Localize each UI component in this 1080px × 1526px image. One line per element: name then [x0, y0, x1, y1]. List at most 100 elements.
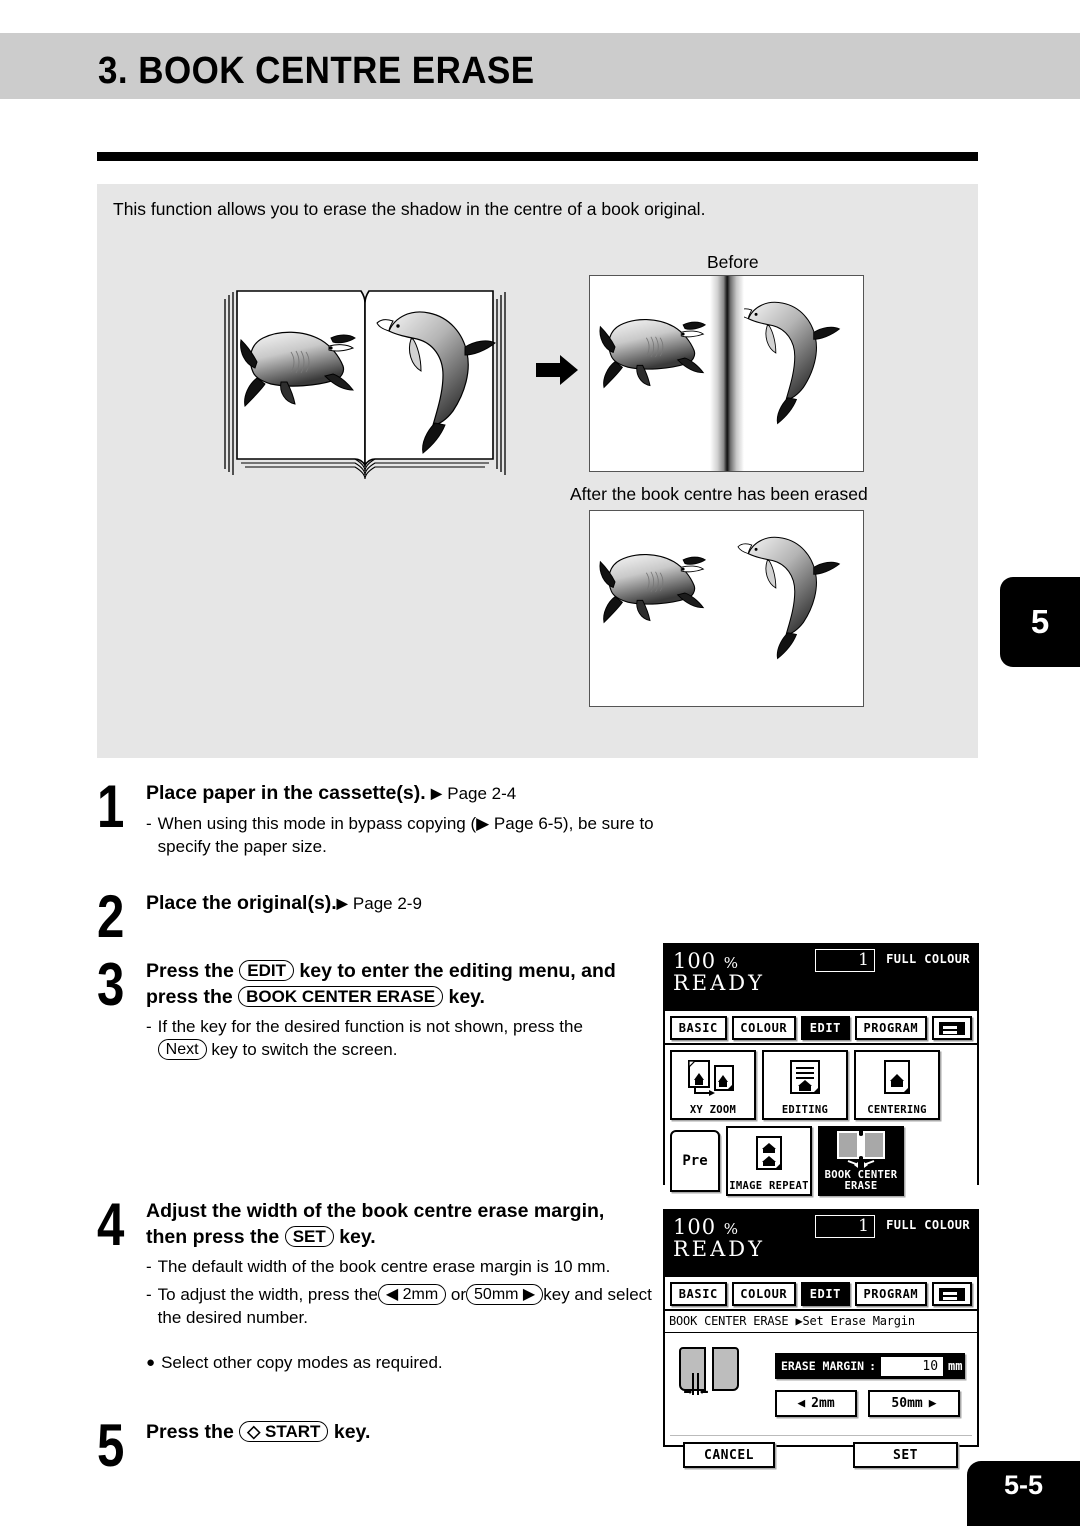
tab-basic[interactable]: BASIC: [670, 1282, 727, 1306]
tab-basic[interactable]: BASIC: [670, 1016, 727, 1040]
note-dash: -: [146, 1017, 152, 1036]
section-divider: [97, 152, 978, 161]
increase-margin-button[interactable]: 50mm ▶: [868, 1390, 960, 1417]
zoom-value: 100: [673, 1215, 717, 1239]
note-dash: -: [146, 1285, 152, 1304]
erase-margin-colon: :: [869, 1359, 877, 1373]
note-text: To adjust the width, press the ◀ 2mm or 50…: [158, 1283, 667, 1329]
step-number: 4: [97, 1191, 125, 1258]
step-note: - The default width of the book centre e…: [146, 1255, 667, 1278]
steps-list: 1 Place paper in the cassette(s). ▶ Page…: [97, 773, 667, 1479]
centering-label: CENTERING: [867, 1104, 927, 1116]
set-button[interactable]: SET: [853, 1442, 958, 1468]
step-heading-text: key to enter the editing menu, and: [299, 960, 616, 982]
erase-margin-label: ERASE MARGIN: [781, 1359, 865, 1373]
keypad-icon: [938, 1287, 965, 1301]
page-reference: Page 2-4: [447, 784, 517, 803]
step-heading-text: Press the: [146, 960, 234, 982]
percent-symbol: %: [723, 1220, 740, 1238]
tab-edit[interactable]: EDIT: [800, 1016, 850, 1040]
increase-margin-key-label[interactable]: 50mm ▶: [466, 1284, 544, 1305]
xy-zoom-button[interactable]: XY ZOOM: [670, 1050, 756, 1120]
editing-button[interactable]: EDITING: [762, 1050, 848, 1120]
note-text-a: If the key for the desired function is n…: [157, 1017, 583, 1036]
colour-mode-label: FULL COLOUR: [886, 952, 970, 966]
step-note: - When using this mode in bypass copying…: [146, 812, 667, 858]
decrease-margin-button[interactable]: ◀ 2mm: [775, 1390, 857, 1417]
decrease-margin-label: 2mm: [811, 1396, 835, 1411]
tab-program[interactable]: PROGRAM: [854, 1016, 927, 1040]
step-3: 3 Press the EDIT key to enter the editin…: [97, 951, 667, 1078]
note-dash: -: [146, 1257, 152, 1276]
tab-colour[interactable]: COLOUR: [731, 1282, 796, 1306]
page-title: 3. BOOK CENTRE ERASE: [98, 50, 535, 92]
step-note: - If the key for the desired function is…: [146, 1015, 667, 1061]
colour-mode-label: FULL COLOUR: [886, 1218, 970, 1232]
book-center-erase-key-label[interactable]: BOOK CENTER ERASE: [238, 986, 444, 1007]
tab-edit[interactable]: EDIT: [800, 1282, 850, 1306]
centering-button[interactable]: CENTERING: [854, 1050, 940, 1120]
after-image-panel: [589, 510, 864, 707]
manual-page: 3. BOOK CENTRE ERASE This function allow…: [0, 0, 1080, 1526]
step-heading-text: Place the original(s).: [146, 892, 337, 914]
next-key-label[interactable]: Next: [157, 1039, 207, 1060]
erase-margin-display: ERASE MARGIN : 10 mm: [775, 1353, 965, 1379]
tab-colour[interactable]: COLOUR: [731, 1016, 796, 1040]
step-2: 2 Place the original(s).▶ Page 2-9: [97, 883, 667, 956]
previous-page-button[interactable]: Pre: [670, 1130, 720, 1192]
zoom-ratio: 100 %: [673, 949, 739, 973]
step-heading-text: then press the: [146, 1226, 280, 1248]
tab-program[interactable]: PROGRAM: [854, 1282, 927, 1306]
percent-symbol: %: [723, 954, 740, 972]
note-text: When using this mode in bypass copying (…: [157, 814, 654, 856]
note-text-a: To adjust the width, press the: [157, 1285, 378, 1304]
after-image: [590, 511, 862, 705]
step-1: 1 Place paper in the cassette(s). ▶ Page…: [97, 773, 667, 880]
margin-arrows-icon: ➡ ⬅: [683, 1383, 709, 1401]
step-number: 2: [97, 883, 125, 950]
note-text: The default width of the book centre era…: [157, 1257, 611, 1276]
bullet-note-text: Select other copy modes as required.: [161, 1353, 443, 1372]
open-book-illustration: [215, 269, 515, 484]
lcd-screen-edit-menu: 100 % 1 FULL COLOUR READY BASIC COLOUR E…: [663, 943, 979, 1201]
page-ref-arrow-icon: ▶: [336, 895, 348, 911]
step-number: 1: [97, 773, 125, 840]
step-heading: Press the ◇ START key.: [146, 1419, 667, 1445]
step-heading-text: Press the: [146, 1421, 234, 1443]
erase-margin-unit: mm: [948, 1359, 963, 1373]
image-repeat-button[interactable]: IMAGE REPEAT: [726, 1126, 812, 1196]
intro-text: This function allows you to erase the sh…: [113, 199, 706, 219]
note-dash: -: [146, 814, 152, 833]
increase-margin-label: 50mm: [891, 1396, 923, 1411]
book-right-page: [712, 1347, 739, 1391]
right-arrow-icon: ▶: [928, 1396, 937, 1411]
before-image-panel: [589, 275, 864, 472]
erase-margin-settings: ➡ ⬅ ERASE MARGIN : 10 mm ◀ 2mm 50mm ▶ CAN…: [665, 1333, 977, 1468]
lcd-screen-set-erase-margin: 100 % 1 FULL COLOUR READY BASIC COLOUR E…: [663, 1209, 979, 1468]
page-ref-arrow-icon: ▶: [431, 785, 442, 801]
set-key-label[interactable]: SET: [284, 1226, 334, 1247]
xy-zoom-icon: [687, 1052, 739, 1104]
editing-icon: [783, 1052, 827, 1104]
centre-shadow: [709, 276, 744, 471]
zoom-ratio: 100 %: [673, 1215, 739, 1239]
cancel-button[interactable]: CANCEL: [683, 1442, 775, 1468]
step-number: 3: [97, 951, 125, 1018]
keypad-icon-button[interactable]: [931, 1016, 972, 1040]
step-heading: Adjust the width of the book centre eras…: [146, 1198, 667, 1250]
step-heading-text: press the: [146, 986, 233, 1008]
step-heading-text: key.: [339, 1226, 376, 1248]
book-center-erase-icon: [834, 1128, 888, 1169]
image-repeat-label: IMAGE REPEAT: [729, 1180, 809, 1192]
keypad-icon-button[interactable]: [931, 1282, 972, 1306]
breadcrumb: BOOK CENTER ERASE ▶Set Erase Margin: [665, 1311, 977, 1333]
start-key-label[interactable]: ◇ START: [239, 1421, 329, 1442]
zoom-value: 100: [673, 949, 717, 973]
book-center-erase-button[interactable]: BOOK CENTER ERASE: [818, 1126, 904, 1196]
edit-key-label[interactable]: EDIT: [239, 960, 294, 981]
step-note: - To adjust the width, press the ◀ 2mm or…: [146, 1283, 667, 1329]
previous-page-label: Pre: [682, 1153, 708, 1169]
before-caption: Before: [707, 252, 759, 272]
step-heading-text: Adjust the width of the book centre eras…: [146, 1200, 605, 1222]
decrease-margin-key-label[interactable]: ◀ 2mm: [377, 1284, 447, 1305]
